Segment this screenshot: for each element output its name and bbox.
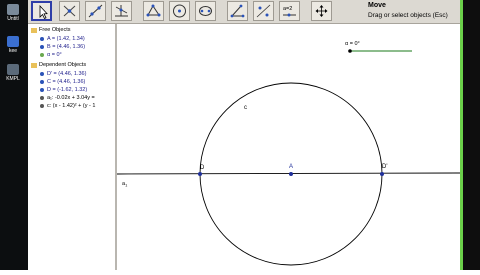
slider-tool-button[interactable]: a=2	[279, 1, 300, 21]
cursor-arrow-icon	[39, 4, 48, 20]
algebra-item-circle-c[interactable]: c: (x - 1.42)² + (y - 1	[40, 103, 95, 109]
desktop-right-strip	[463, 0, 480, 270]
tool-tip-title: Move	[368, 2, 386, 9]
algebra-item-d-prime[interactable]: D' = (4.46, 1.36)	[40, 71, 86, 77]
algebra-item-line-a1[interactable]: a₁: -0.02x + 3.04y =	[40, 95, 95, 101]
folder-icon	[31, 62, 37, 68]
application-icon	[7, 36, 19, 47]
point-d-prime-label: D'	[382, 164, 387, 170]
new-point-tool-button[interactable]	[59, 1, 80, 21]
line-a1-label: a1	[122, 181, 128, 188]
desktop-strip: Untitl kee KMPL	[0, 0, 28, 270]
visibility-dot-icon[interactable]	[40, 88, 44, 92]
point-a-label: A	[289, 164, 293, 170]
desktop-icon-label: Untitl	[7, 16, 19, 22]
point-d[interactable]	[198, 172, 202, 176]
visibility-dot-icon[interactable]	[40, 72, 44, 76]
desktop-icon-kmpl[interactable]: KMPL	[2, 64, 24, 82]
reflect-tool-button[interactable]	[253, 1, 274, 21]
dependent-objects-label: Dependent Objects	[39, 62, 87, 68]
visibility-dot-icon[interactable]	[40, 104, 44, 108]
perpendicular-tool-button[interactable]	[111, 1, 132, 21]
desktop-icon-untitled[interactable]: Untitl	[2, 4, 24, 22]
conic-tool-button[interactable]	[195, 1, 216, 21]
algebra-item-a[interactable]: A = (1.42, 1.34)	[40, 36, 85, 42]
visibility-dot-icon[interactable]	[40, 96, 44, 100]
move-arrows-icon	[315, 5, 328, 17]
desktop-icon-kee[interactable]: kee	[2, 36, 24, 54]
conic-icon	[199, 6, 212, 16]
application-icon	[7, 64, 19, 75]
toolbar: a=2 Move Drag or select objects (Esc)	[28, 0, 460, 24]
point-a[interactable]	[289, 172, 293, 176]
algebra-item-text: C = (4.46, 1.36)	[47, 79, 86, 85]
line-a1-subscript: 1	[125, 183, 128, 188]
visibility-dot-icon[interactable]	[40, 53, 44, 57]
svg-text:a=2: a=2	[283, 6, 292, 12]
folder-icon	[31, 27, 37, 33]
desktop-icon-label: KMPL	[6, 76, 20, 82]
dependent-objects-node[interactable]: Dependent Objects	[31, 62, 86, 68]
polygon-icon	[146, 4, 161, 17]
move-tool-button[interactable]	[31, 1, 52, 21]
reflect-icon	[256, 4, 271, 18]
line-through-points-icon	[88, 4, 103, 18]
algebra-view: Free Objects A = (1.42, 1.34) B = (4.46,…	[28, 24, 117, 270]
polygon-tool-button[interactable]	[143, 1, 164, 21]
free-objects-node[interactable]: Free Objects	[31, 27, 70, 33]
algebra-item-c[interactable]: C = (4.46, 1.36)	[40, 79, 85, 85]
point-d-prime[interactable]	[380, 172, 384, 176]
point-d-label: D	[200, 165, 205, 171]
graphics-view[interactable]: A D D' c a1 α = 0°	[116, 24, 461, 270]
construction-canvas[interactable]: A D D' c a1 α = 0°	[116, 24, 461, 270]
angle-tool-button[interactable]	[227, 1, 248, 21]
angle-icon	[230, 4, 245, 18]
algebra-item-text: A = (1.42, 1.34)	[47, 36, 85, 42]
slider-alpha-handle[interactable]	[348, 49, 352, 53]
algebra-item-alpha[interactable]: α = 0°	[40, 52, 62, 58]
desktop-icon-label: kee	[8, 48, 18, 54]
point-icon	[63, 5, 76, 17]
algebra-item-text: D = (-1.62, 1.32)	[47, 87, 88, 93]
visibility-dot-icon[interactable]	[40, 37, 44, 41]
algebra-item-text: a₁: -0.02x + 3.04y =	[47, 95, 95, 101]
circle-c-label: c	[244, 105, 247, 111]
line-tool-button[interactable]	[85, 1, 106, 21]
circle-icon	[173, 4, 186, 18]
circle-tool-button[interactable]	[169, 1, 190, 21]
algebra-item-d[interactable]: D = (-1.62, 1.32)	[40, 87, 87, 93]
translate-view-tool-button[interactable]	[311, 1, 332, 21]
algebra-item-b[interactable]: B = (4.46, 1.36)	[40, 44, 85, 50]
slider-alpha-label: α = 0°	[345, 41, 360, 47]
tool-tip-text: Drag or select objects (Esc)	[368, 12, 448, 19]
perpendicular-line-icon	[115, 5, 128, 17]
algebra-item-text: D' = (4.46, 1.36)	[47, 71, 87, 77]
slider-icon: a=2	[283, 6, 296, 17]
visibility-dot-icon[interactable]	[40, 45, 44, 49]
algebra-item-text: B = (4.46, 1.36)	[47, 44, 86, 50]
line-a1[interactable]	[116, 172, 461, 175]
visibility-dot-icon[interactable]	[40, 80, 44, 84]
document-icon	[7, 4, 19, 15]
algebra-item-text: α = 0°	[47, 52, 62, 58]
algebra-item-text: c: (x - 1.42)² + (y - 1	[47, 103, 96, 109]
free-objects-label: Free Objects	[39, 27, 71, 33]
